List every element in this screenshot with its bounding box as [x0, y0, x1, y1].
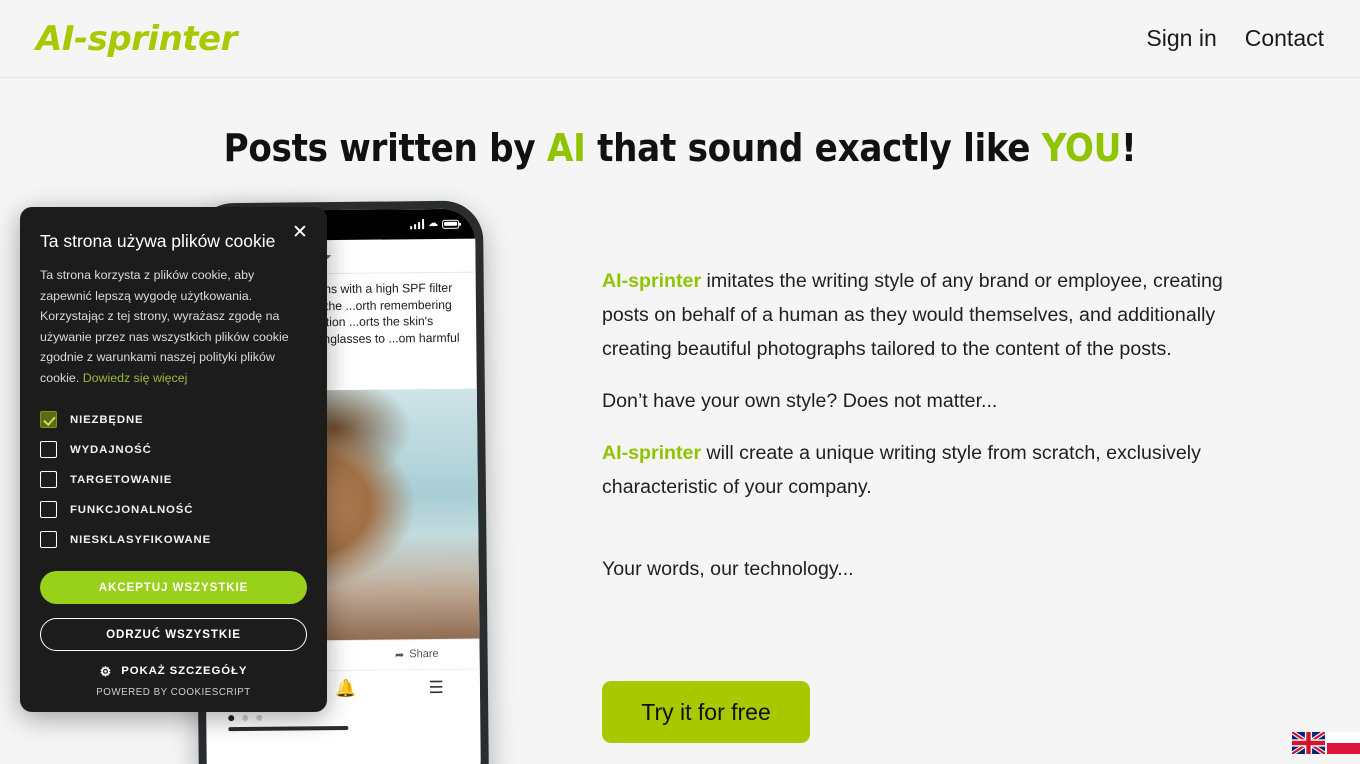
battery-icon [442, 219, 460, 229]
page-title: Posts written by AI that sound exactly l… [0, 126, 1360, 170]
site-header: AI-sprinter Sign in Contact [0, 0, 1360, 78]
brand-name-2: AI-sprinter [602, 442, 702, 464]
powered-by-label[interactable]: POWERED BY COOKIESCRIPT [40, 687, 307, 698]
checkbox-icon[interactable] [40, 501, 57, 519]
copy-tagline: Your words, our technology... [602, 558, 854, 580]
cookie-option-unclassified[interactable]: NIESKLASYFIKOWANE [40, 525, 307, 555]
brand-name-1: AI-sprinter [602, 270, 702, 292]
flag-uk[interactable] [1292, 732, 1325, 754]
headline-accent-you: YOU [1041, 126, 1122, 170]
copy-paragraph-1: AI-sprinter imitates the writing style o… [602, 264, 1242, 366]
gear-icon: ⚙ [99, 663, 113, 679]
carousel-dot-1[interactable] [228, 715, 235, 722]
language-switcher [1292, 732, 1360, 754]
carousel-dot-3[interactable] [256, 714, 263, 721]
close-icon[interactable]: ✕ [289, 221, 311, 243]
cookie-option-functionality[interactable]: FUNKCJONALNOŚĆ [40, 495, 307, 525]
copy-paragraph-2: Don’t have your own style? Does not matt… [602, 390, 998, 412]
cookie-banner-title: Ta strona używa plików cookie [40, 231, 276, 251]
cookie-options-list: NIEZBĘDNE WYDAJNOŚĆ TARGETOWANIE FUNKCJO… [40, 405, 307, 555]
cookie-consent-banner: ✕ Ta strona używa plików cookie Ta stron… [20, 207, 327, 712]
try-it-for-free-button[interactable]: Try it for free [602, 681, 810, 743]
cookie-option-necessary[interactable]: NIEZBĘDNE [40, 405, 307, 435]
share-label: Share [409, 648, 439, 661]
cookie-option-performance[interactable]: WYDAJNOŚĆ [40, 435, 307, 465]
show-details-label: POKAŻ SZCZEGÓŁY [121, 665, 248, 678]
show-details-button[interactable]: ⚙ POKAŻ SZCZEGÓŁY [40, 665, 307, 678]
main-navigation: Sign in Contact [1146, 25, 1324, 52]
site-logo[interactable]: AI-sprinter [36, 19, 237, 59]
accept-all-button[interactable]: AKCEPTUJ WSZYSTKIE [40, 570, 307, 604]
share-icon: ➦ [394, 649, 405, 662]
bell-icon[interactable]: 🔔 [335, 679, 356, 699]
headline-accent-ai: AI [546, 126, 586, 170]
nav-sign-in[interactable]: Sign in [1146, 25, 1216, 52]
headline-text-2: that sound exactly like [585, 126, 1042, 170]
cookie-option-label: WYDAJNOŚĆ [70, 443, 152, 456]
wifi-icon: ☁ [428, 217, 439, 230]
carousel-dot-2[interactable] [242, 714, 249, 722]
cookie-option-label: NIEZBĘDNE [70, 413, 144, 426]
cookie-learn-more-link[interactable]: Dowiedz się więcej [83, 371, 188, 385]
nav-contact[interactable]: Contact [1245, 25, 1324, 52]
menu-icon[interactable]: ☰ [429, 678, 444, 698]
copy-paragraph-3: AI-sprinter will create a unique writing… [602, 436, 1242, 504]
phone-home-indicator [228, 725, 349, 732]
cookie-option-label: FUNKCJONALNOŚĆ [70, 503, 194, 516]
checkbox-icon[interactable] [40, 441, 57, 459]
flag-poland[interactable] [1327, 732, 1360, 754]
headline-text-1: Posts written by [223, 126, 547, 170]
status-icons: ☁ [409, 217, 460, 230]
signal-icon [409, 219, 425, 230]
cookie-option-label: TARGETOWANIE [70, 473, 173, 486]
cookie-description-text: Ta strona korzysta z plików cookie, aby … [40, 268, 289, 385]
checkbox-icon[interactable] [40, 471, 57, 489]
checkbox-icon[interactable] [40, 531, 57, 549]
cookie-banner-description: Ta strona korzysta z plików cookie, aby … [40, 265, 307, 389]
checkbox-icon[interactable] [40, 411, 57, 429]
reject-all-button[interactable]: ODRZUĆ WSZYSTKIE [40, 617, 307, 651]
share-button[interactable]: ➦ Share [395, 648, 439, 661]
hero-copy: AI-sprinter imitates the writing style o… [602, 264, 1242, 604]
cookie-option-targeting[interactable]: TARGETOWANIE [40, 465, 307, 495]
headline-text-3: ! [1121, 126, 1137, 170]
cookie-option-label: NIESKLASYFIKOWANE [70, 533, 212, 546]
